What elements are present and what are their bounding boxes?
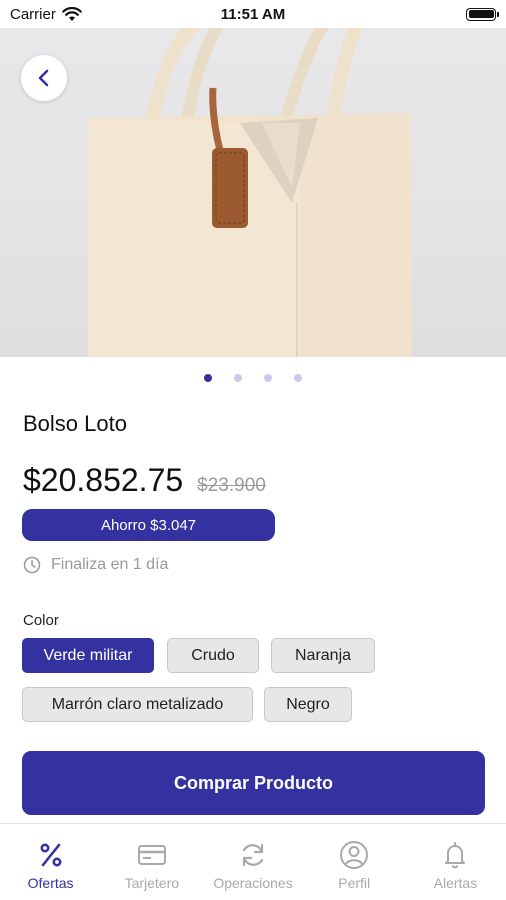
color-option[interactable]: Marrón claro metalizado [22,687,253,722]
tab-bar: Ofertas Tarjetero Operaciones Perfil Alertas [0,823,506,900]
product-image[interactable] [0,28,506,357]
percent-icon [40,843,62,867]
clock-icon [23,556,41,574]
tab-label: Operaciones [213,875,293,891]
carousel-dot[interactable] [294,374,302,382]
wifi-icon [62,6,82,21]
carousel-dots[interactable] [0,374,506,382]
tab-perfil[interactable]: Perfil [304,824,405,900]
tab-tarjetero[interactable]: Tarjetero [101,824,202,900]
color-option[interactable]: Naranja [271,638,375,673]
current-price: $20.852.75 [23,462,184,498]
tab-label: Ofertas [27,875,74,891]
chevron-left-icon [38,69,49,87]
tab-label: Alertas [433,875,478,891]
offer-ends: Finaliza en 1 día [23,556,168,574]
status-bar: Carrier 11:51 AM [0,0,506,28]
color-option[interactable]: Negro [264,687,352,722]
tab-ofertas[interactable]: Ofertas [0,824,101,900]
color-option[interactable]: Verde militar [22,638,154,673]
tab-label: Tarjetero [124,875,180,891]
old-price: $23.900 [197,475,266,496]
refresh-icon [242,843,264,867]
price-row: $20.852.75 $23.900 [23,462,266,499]
status-left: Carrier [10,6,82,23]
bell-icon [445,842,466,869]
product-title: Bolso Loto [23,411,127,436]
tab-alertas[interactable]: Alertas [405,824,506,900]
card-icon [137,845,166,865]
user-icon [340,841,369,869]
carousel-dot[interactable] [264,374,272,382]
bag-illustration [88,28,412,357]
savings-badge: Ahorro $3.047 [22,509,275,541]
tab-label: Perfil [338,875,371,891]
color-label: Color [23,612,59,629]
back-button[interactable] [21,55,67,101]
color-option[interactable]: Crudo [167,638,259,673]
battery-icon [466,7,499,21]
carousel-dot[interactable] [234,374,242,382]
carousel-dot[interactable] [204,374,212,382]
buy-button[interactable]: Comprar Producto [22,751,485,815]
offer-ends-text: Finaliza en 1 día [51,556,169,573]
tab-operaciones[interactable]: Operaciones [202,824,303,900]
carrier-label: Carrier [10,5,56,23]
